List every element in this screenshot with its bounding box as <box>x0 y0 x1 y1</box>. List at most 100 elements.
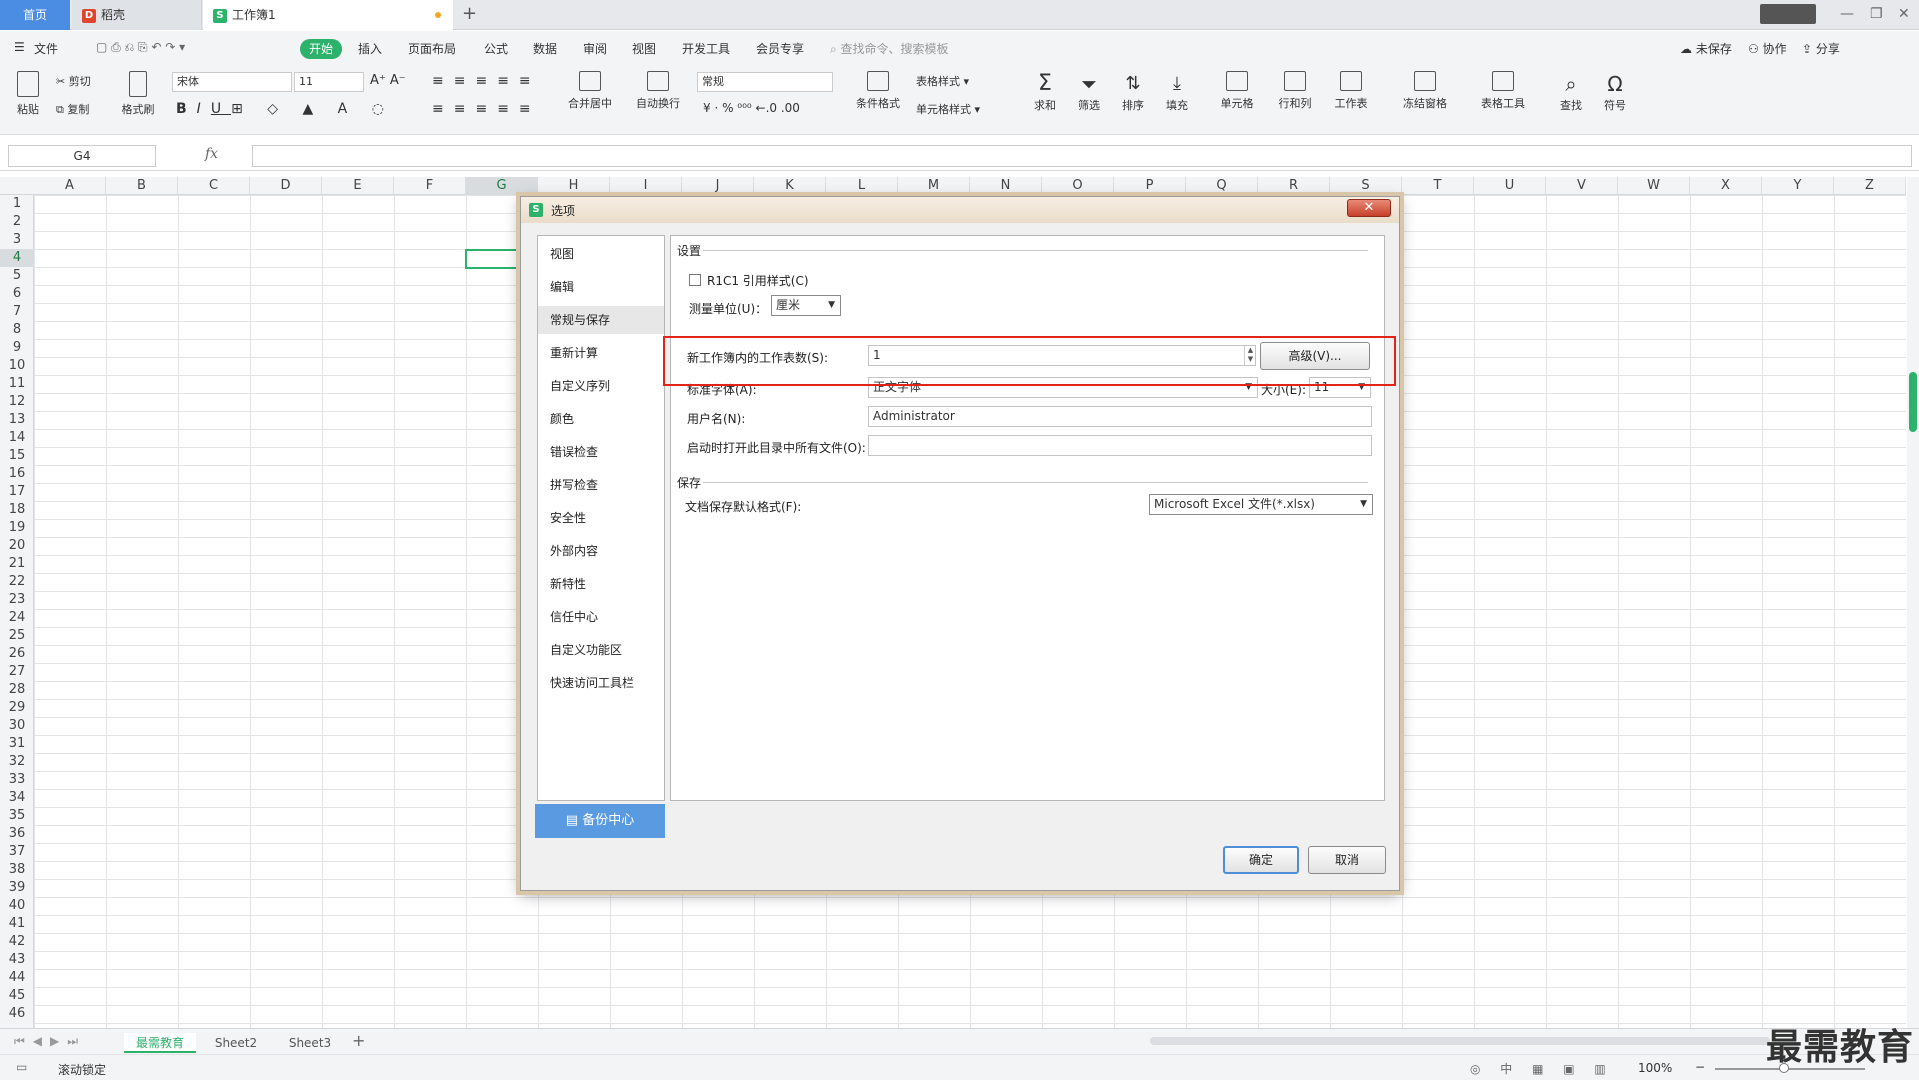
row-header[interactable]: 5 <box>0 267 34 285</box>
column-header[interactable]: X <box>1690 177 1762 195</box>
column-header[interactable]: O <box>1042 177 1114 195</box>
startup-dir-input[interactable] <box>868 435 1372 456</box>
column-header[interactable]: I <box>610 177 682 195</box>
number-format-select[interactable]: 常规 <box>697 72 833 92</box>
column-header[interactable]: M <box>898 177 970 195</box>
row-header[interactable]: 39 <box>0 879 34 897</box>
row-header[interactable]: 6 <box>0 285 34 303</box>
cut-button[interactable]: ✂ 剪切 <box>56 73 91 89</box>
row-header[interactable]: 29 <box>0 699 34 717</box>
find-button[interactable]: ⌕ 查找 <box>1554 71 1588 113</box>
unsaved-status[interactable]: ☁ 未保存 <box>1680 40 1732 57</box>
sheet-tab-2[interactable]: Sheet2 <box>200 1033 272 1053</box>
format-painter-button[interactable]: 格式刷 <box>118 71 158 117</box>
column-header[interactable]: Z <box>1834 177 1906 195</box>
column-header[interactable]: F <box>394 177 466 195</box>
vertical-scrollbar[interactable] <box>1907 177 1919 1028</box>
paste-button[interactable]: 粘贴 <box>10 71 46 117</box>
table-style-button[interactable]: 表格样式 ▾ <box>916 73 969 89</box>
row-header[interactable]: 15 <box>0 447 34 465</box>
row-header[interactable]: 7 <box>0 303 34 321</box>
row-header[interactable]: 19 <box>0 519 34 537</box>
row-header[interactable]: 31 <box>0 735 34 753</box>
row-header[interactable]: 8 <box>0 321 34 339</box>
macro-icon[interactable]: ▭ <box>16 1060 27 1074</box>
freeze-panes-button[interactable]: 冻结窗格 <box>1396 71 1454 111</box>
row-header[interactable]: 2 <box>0 213 34 231</box>
backup-center-button[interactable]: ▤ 备份中心 <box>535 804 665 838</box>
row-header[interactable]: 36 <box>0 825 34 843</box>
row-header[interactable]: 12 <box>0 393 34 411</box>
menu-file[interactable]: 文件 <box>34 40 58 57</box>
menu-developer[interactable]: 开发工具 <box>682 40 730 57</box>
tab-workbook[interactable]: S 工作簿1 <box>203 0 453 30</box>
column-header[interactable]: V <box>1546 177 1618 195</box>
row-header[interactable]: 38 <box>0 861 34 879</box>
merge-center-button[interactable]: 合并居中 <box>560 71 620 111</box>
formula-input[interactable] <box>252 145 1912 167</box>
align-buttons-2[interactable]: ≡≡≡≡≡ <box>432 101 541 117</box>
tab-home[interactable]: 首页 <box>0 0 70 30</box>
column-header[interactable]: L <box>826 177 898 195</box>
filter-button[interactable]: ⏷ 筛选 <box>1072 71 1106 113</box>
column-header[interactable]: H <box>538 177 610 195</box>
row-header[interactable]: 26 <box>0 645 34 663</box>
row-header[interactable]: 16 <box>0 465 34 483</box>
row-header[interactable]: 4 <box>0 249 34 267</box>
collaborate-button[interactable]: ⚇ 协作 <box>1748 40 1787 57</box>
column-header[interactable]: B <box>106 177 178 195</box>
unit-select[interactable]: 厘米 ▼ <box>771 295 841 316</box>
command-search[interactable]: ⌕ 查找命令、搜索模板 <box>830 40 949 57</box>
sheet-tab-1[interactable]: 最需教育 <box>124 1033 196 1053</box>
menu-data[interactable]: 数据 <box>533 40 557 57</box>
menu-home[interactable]: 开始 <box>300 39 342 59</box>
hamburger-icon[interactable]: ☰ <box>14 40 25 54</box>
cell-button[interactable]: 单元格 <box>1214 71 1260 111</box>
column-header[interactable]: N <box>970 177 1042 195</box>
column-header[interactable]: P <box>1114 177 1186 195</box>
column-header[interactable]: W <box>1618 177 1690 195</box>
sheet-tab-3[interactable]: Sheet3 <box>274 1033 346 1053</box>
zoom-out-icon[interactable]: − <box>1695 1060 1705 1074</box>
font-grow-icon[interactable]: A⁺ A⁻ <box>370 73 406 88</box>
zoom-level[interactable]: 100% <box>1638 1061 1672 1075</box>
number-format-buttons[interactable]: ¥ · % ⁰⁰⁰ ←.0 .00 <box>703 101 800 115</box>
nav-view[interactable]: 视图 <box>538 240 664 268</box>
font-name-select[interactable]: 宋体 <box>172 72 292 92</box>
column-header[interactable]: K <box>754 177 826 195</box>
nav-quick-access[interactable]: 快速访问工具栏 <box>538 669 664 697</box>
align-buttons[interactable]: ≡≡≡≡≡ <box>432 73 541 89</box>
nav-recalc[interactable]: 重新计算 <box>538 339 664 367</box>
row-header[interactable]: 34 <box>0 789 34 807</box>
menu-insert[interactable]: 插入 <box>358 40 382 57</box>
fx-icon[interactable]: fx <box>205 146 218 162</box>
row-header[interactable]: 18 <box>0 501 34 519</box>
column-header[interactable]: T <box>1402 177 1474 195</box>
conditional-format-button[interactable]: 条件格式 <box>848 71 908 111</box>
column-header[interactable]: S <box>1330 177 1402 195</box>
nav-security[interactable]: 安全性 <box>538 504 664 532</box>
column-header[interactable]: Y <box>1762 177 1834 195</box>
symbol-button[interactable]: Ω 符号 <box>1598 71 1632 113</box>
row-header[interactable]: 28 <box>0 681 34 699</box>
nav-error-check[interactable]: 错误检查 <box>538 438 664 466</box>
row-header[interactable]: 35 <box>0 807 34 825</box>
view-mode-icons[interactable]: ◎ 中 ▦ ▣ ▥ <box>1470 1060 1614 1077</box>
quick-access-icons[interactable]: ▢ ⎙ ⎌ ⎘ ↶ ↷ ▾ <box>96 40 185 55</box>
sheet-nav-arrows[interactable]: ⏮◀▶⏭ <box>14 1034 86 1049</box>
row-header[interactable]: 17 <box>0 483 34 501</box>
column-header[interactable]: J <box>682 177 754 195</box>
nav-general-save[interactable]: 常规与保存 <box>538 306 664 334</box>
row-header[interactable]: 45 <box>0 987 34 1005</box>
row-header[interactable]: 33 <box>0 771 34 789</box>
row-header[interactable]: 41 <box>0 915 34 933</box>
account-avatar[interactable] <box>1760 4 1816 24</box>
nav-external-content[interactable]: 外部内容 <box>538 537 664 565</box>
sheet-button[interactable]: 工作表 <box>1328 71 1374 111</box>
row-header[interactable]: 24 <box>0 609 34 627</box>
menu-page-layout[interactable]: 页面布局 <box>408 40 456 57</box>
row-header[interactable]: 3 <box>0 231 34 249</box>
close-icon[interactable]: ✕ <box>1898 6 1910 22</box>
copy-button[interactable]: ⧉ 复制 <box>56 101 89 117</box>
sum-button[interactable]: Σ 求和 <box>1028 71 1062 113</box>
